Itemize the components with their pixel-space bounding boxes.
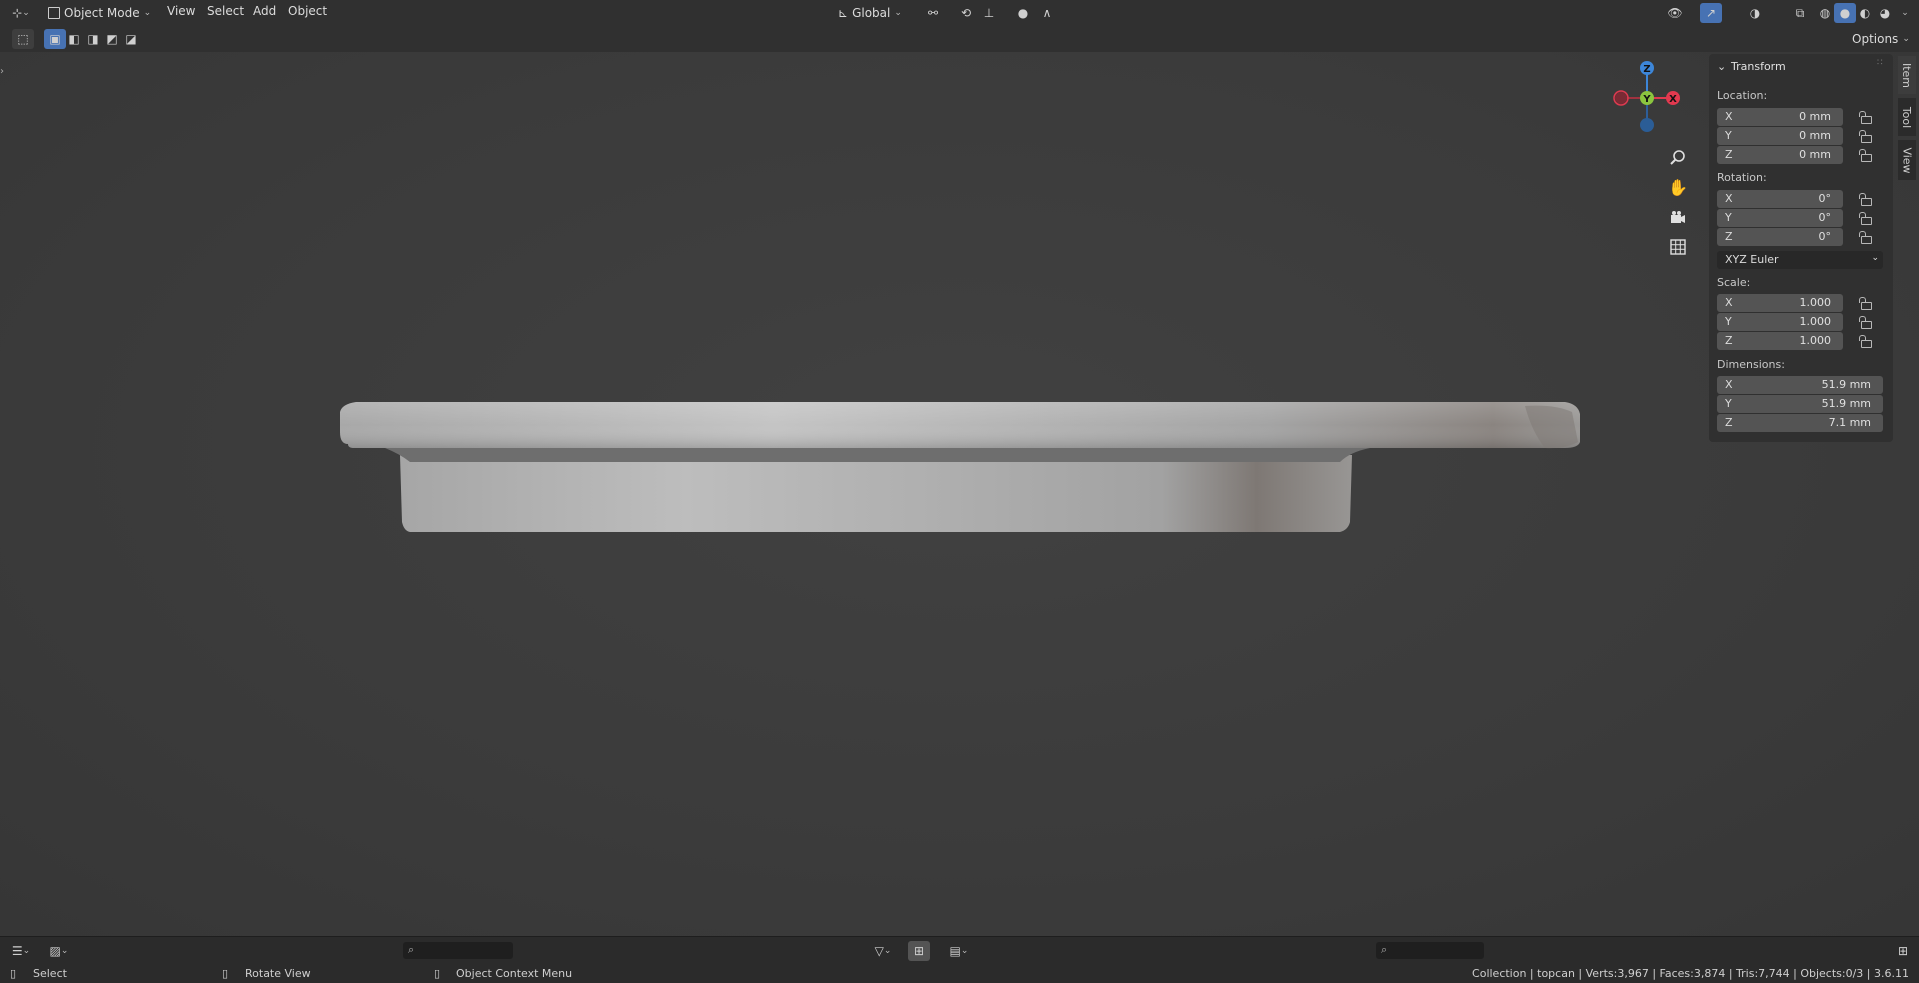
chevron-down-icon: ⌄ — [143, 8, 152, 18]
options-dropdown[interactable]: Options ⌄ — [1852, 29, 1910, 49]
lock-icon[interactable] — [1859, 212, 1873, 225]
rotation-mode-dropdown[interactable]: XYZ Euler ⌄ — [1717, 251, 1883, 269]
status-rotate-view: Rotate View — [245, 967, 311, 980]
tab-tool[interactable]: Tool — [1898, 98, 1916, 136]
rotation-y-field[interactable]: Y 0° — [1717, 209, 1843, 227]
editor-type-2-icon[interactable]: ▤ ⌄ — [948, 941, 970, 961]
lock-icon[interactable] — [1859, 149, 1873, 162]
visibility-icon[interactable]: 👁 — [1664, 3, 1686, 23]
status-context-menu: Object Context Menu — [456, 967, 573, 980]
rotation-x-field[interactable]: X 0° — [1717, 190, 1843, 208]
svg-text:Z: Z — [1643, 64, 1650, 75]
sidebar-transform-panel: ⌄ Transform ∷ Location: X0 mm Y0 mm Z0 m… — [1709, 54, 1893, 442]
select-intersect-icon[interactable]: ◪ — [120, 29, 142, 49]
camera-icon[interactable] — [1665, 204, 1691, 230]
tab-item[interactable]: Item — [1898, 56, 1916, 94]
display-mode-icon[interactable]: ▨ ⌄ — [48, 941, 70, 961]
pan-hand-icon[interactable]: ✋ — [1665, 174, 1691, 200]
grid-view-icon[interactable] — [1665, 234, 1691, 260]
lock-icon[interactable] — [1859, 130, 1873, 143]
gizmo-neg-z-axis[interactable] — [1640, 118, 1654, 132]
status-scene-info: Collection | topcan | Verts:3,967 | Face… — [1472, 967, 1909, 980]
rendered-shading-icon[interactable]: ◕ — [1874, 3, 1896, 23]
menu-object[interactable]: Object — [288, 4, 327, 18]
editor-type-icon[interactable]: ⊹ ⌄ — [10, 3, 32, 23]
menu-view[interactable]: View — [167, 4, 195, 18]
object-mesh[interactable] — [340, 402, 1580, 577]
rotation-z-field[interactable]: Z 0° — [1717, 228, 1843, 246]
tab-view[interactable]: View — [1898, 140, 1916, 180]
snap-icon[interactable]: ⟲ — [955, 3, 977, 23]
lock-icon[interactable] — [1859, 231, 1873, 244]
scale-z-field[interactable]: Z 1.000 — [1717, 332, 1843, 350]
search-input[interactable]: ⌕ — [403, 942, 513, 959]
menu-add[interactable]: Add — [253, 4, 276, 18]
panel-collapse-icon[interactable]: ⌄ — [1717, 60, 1726, 73]
location-z-field[interactable]: Z0 mm — [1717, 146, 1843, 164]
status-select: Select — [33, 967, 67, 980]
new-collection-icon[interactable]: ⊞ — [908, 941, 930, 961]
menu-select[interactable]: Select — [207, 4, 244, 18]
dimensions-x-field[interactable]: X 51.9 mm — [1717, 376, 1883, 394]
search-icon: ⌕ — [1381, 943, 1388, 956]
properties-options-icon[interactable]: ⊞ — [1892, 941, 1914, 961]
mouse-middle-icon: ▯ — [222, 967, 229, 980]
lock-icon[interactable] — [1859, 111, 1873, 124]
material-shading-icon[interactable]: ◐ — [1854, 3, 1876, 23]
mode-selector[interactable]: Object Mode ⌄ — [48, 3, 151, 23]
search-icon: ⌕ — [408, 943, 415, 956]
select-tool-icon[interactable]: ⬚ — [12, 29, 34, 49]
pivot-point-icon[interactable]: ⚯ — [922, 3, 944, 23]
solid-shading-icon[interactable]: ● — [1834, 3, 1856, 23]
lock-icon[interactable] — [1859, 193, 1873, 206]
snap-target-icon[interactable]: ⊥ — [978, 3, 1000, 23]
svg-text:X: X — [1669, 94, 1677, 105]
lock-icon[interactable] — [1859, 316, 1873, 329]
zoom-icon[interactable] — [1665, 144, 1691, 170]
options-label: Options — [1852, 32, 1899, 46]
editor-type-icon[interactable]: ☰ ⌄ — [10, 941, 32, 961]
dimensions-y-field[interactable]: Y 51.9 mm — [1717, 395, 1883, 413]
chevron-down-icon: ⌄ — [894, 8, 902, 18]
overlays-icon[interactable]: ◑ — [1744, 3, 1766, 23]
rotation-label: Rotation: — [1717, 171, 1767, 184]
toolbar-expand-icon[interactable]: › — [0, 66, 4, 77]
mouse-left-icon: ▯ — [10, 967, 17, 980]
dimensions-label: Dimensions: — [1717, 358, 1785, 371]
mode-label: Object Mode — [64, 6, 140, 20]
svg-text:Y: Y — [1642, 94, 1651, 105]
proportional-edit-icon[interactable]: ● — [1012, 3, 1034, 23]
location-label: Location: — [1717, 89, 1768, 102]
3d-viewport[interactable]: › Z X Y ✋ — [0, 52, 1919, 936]
drag-handle-icon[interactable]: ∷ — [1877, 58, 1883, 68]
falloff-icon[interactable]: ∧ — [1036, 3, 1058, 23]
status-bar: ▯ Select ▯ Rotate View ▯ Object Context … — [0, 964, 1919, 983]
navigation-gizmo[interactable]: Z X Y — [1604, 58, 1684, 138]
panel-title[interactable]: Transform — [1731, 60, 1786, 73]
orientation-icon: ⊾ — [838, 6, 849, 20]
chevron-down-icon: ⌄ — [1871, 253, 1879, 263]
filter-icon[interactable]: ▽ ⌄ — [872, 941, 894, 961]
scale-label: Scale: — [1717, 276, 1751, 289]
chevron-down-icon: ⌄ — [1902, 34, 1910, 44]
scale-y-field[interactable]: Y 1.000 — [1717, 313, 1843, 331]
bottom-editor-header: ☰ ⌄ ▨ ⌄ ⌕ ▽ ⌄ ⊞ ▤ ⌄ ⌕ ⊞ — [0, 936, 1919, 965]
wireframe-shading-icon[interactable]: ◍ — [1814, 3, 1836, 23]
lock-icon[interactable] — [1859, 335, 1873, 348]
xray-icon[interactable]: ⧉ — [1789, 3, 1811, 23]
mouse-right-icon: ▯ — [434, 967, 441, 980]
lock-icon[interactable] — [1859, 297, 1873, 310]
viewport-header: ⊹ ⌄ Object Mode ⌄ View Select Add Object … — [0, 0, 1919, 26]
location-x-field[interactable]: X0 mm — [1717, 108, 1843, 126]
shading-options-icon[interactable]: ⌄ — [1894, 3, 1916, 23]
transform-orientation-dropdown[interactable]: ⊾ Global ⌄ — [838, 3, 902, 23]
gizmo-toggle-icon[interactable]: ↗ — [1700, 3, 1722, 23]
orientation-label: Global — [852, 6, 891, 20]
scale-x-field[interactable]: X 1.000 — [1717, 294, 1843, 312]
location-y-field[interactable]: Y0 mm — [1717, 127, 1843, 145]
tool-settings-row: ⬚ ▣ ◧ ◨ ◩ ◪ Options ⌄ — [0, 26, 1919, 52]
dimensions-z-field[interactable]: Z 7.1 mm — [1717, 414, 1883, 432]
object-mode-icon — [48, 7, 60, 19]
search-input-2[interactable]: ⌕ — [1376, 942, 1484, 959]
